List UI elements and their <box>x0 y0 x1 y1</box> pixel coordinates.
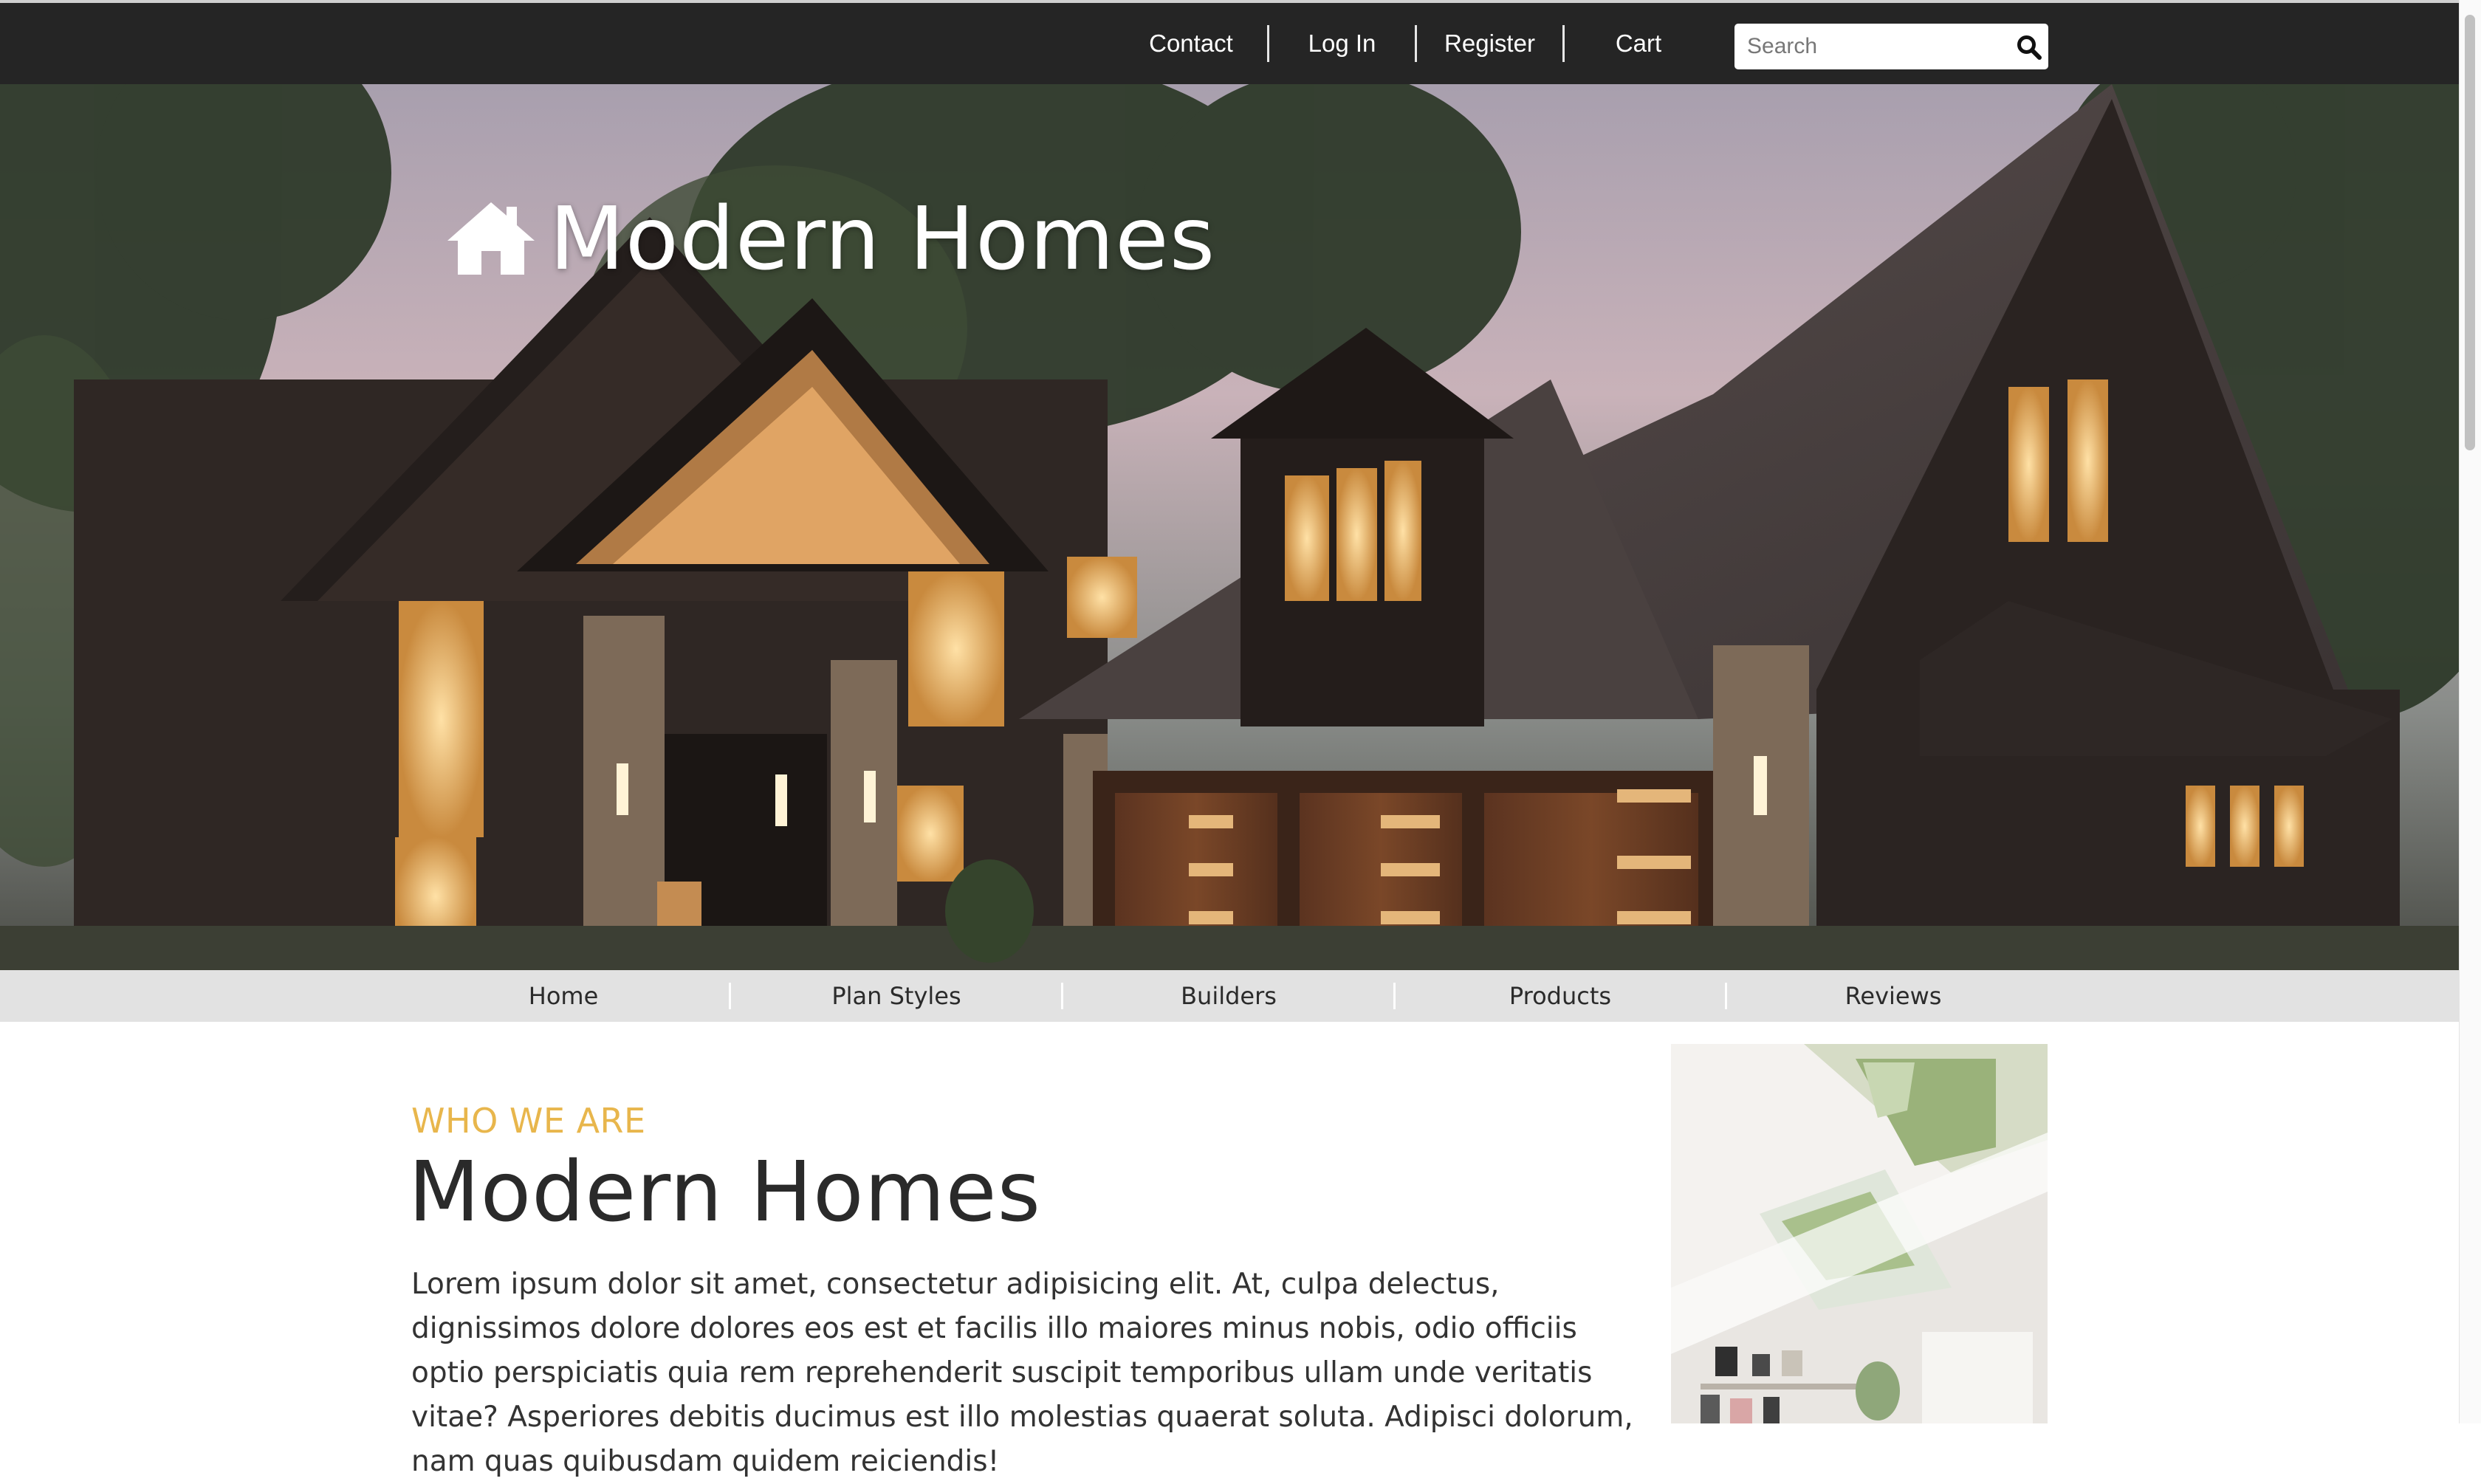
top-bar: Contact Log In Register Cart <box>0 0 2459 84</box>
search-input[interactable] <box>1734 24 2013 69</box>
nav-item-plan-styles[interactable]: Plan Styles <box>731 970 1062 1022</box>
cart-link[interactable]: Cart <box>1565 30 1712 58</box>
brand[interactable]: Modern Homes <box>443 195 1215 282</box>
section-title: Modern Homes <box>408 1144 1041 1240</box>
section-body-text: Lorem ipsum dolor sit amet, consectetur … <box>411 1268 1633 1478</box>
main-nav: Home Plan Styles Builders Products Revie… <box>0 970 2459 1022</box>
contact-link[interactable]: Contact <box>1115 30 1267 58</box>
skylight-interior-image <box>1671 1044 2048 1423</box>
top-nav: Contact Log In Register Cart <box>1115 3 1712 84</box>
register-link[interactable]: Register <box>1417 30 1562 58</box>
divider <box>1725 983 1727 1009</box>
hero-banner: Modern Homes <box>0 84 2459 970</box>
search-box <box>1734 24 2048 69</box>
brand-name: Modern Homes <box>549 188 1216 289</box>
nav-item-reviews[interactable]: Reviews <box>1728 970 2059 1022</box>
search-icon[interactable] <box>2016 34 2042 61</box>
login-link[interactable]: Log In <box>1269 30 1415 58</box>
nav-item-products[interactable]: Products <box>1395 970 1726 1022</box>
section-eyebrow: WHO WE ARE <box>411 1101 646 1141</box>
nav-item-home[interactable]: Home <box>398 970 729 1022</box>
scrollbar-thumb[interactable] <box>2465 15 2475 450</box>
home-icon <box>447 202 535 275</box>
hero-house-image <box>0 84 2459 970</box>
nav-item-builders[interactable]: Builders <box>1063 970 1394 1022</box>
